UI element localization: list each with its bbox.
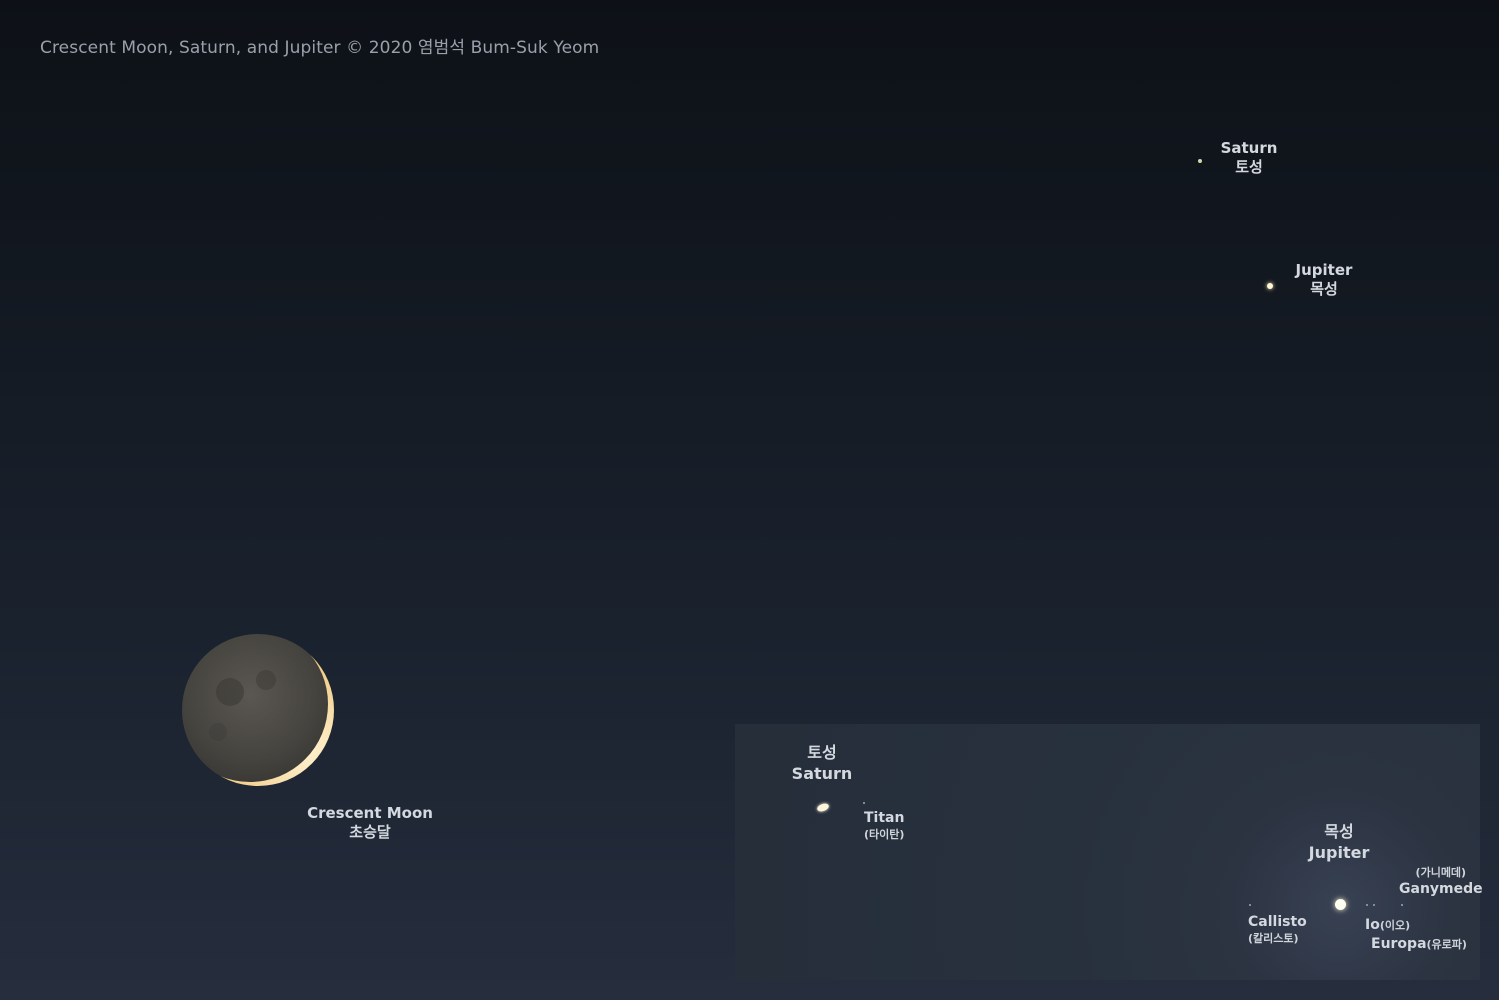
titan-label-en: Titan [864, 810, 905, 826]
detail-inset: 토성 Saturn Titan (타이탄) 목성 Jupiter Callist… [735, 724, 1483, 980]
saturn-dot [1198, 159, 1202, 163]
io-label-en: Io [1365, 917, 1380, 933]
crescent-moon [178, 632, 338, 792]
jupiter-label-ko: 목성 [1310, 280, 1338, 298]
io-label-ko: (이오) [1379, 919, 1411, 932]
ganymede-label-en: Ganymede [1399, 881, 1483, 897]
callisto-label-ko: (칼리스토) [1248, 932, 1299, 945]
titan-dot [863, 802, 865, 804]
callisto-label: Callisto (칼리스토) [1248, 914, 1307, 946]
jupiter-label-en: Jupiter [1295, 261, 1353, 279]
ganymede-label-ko: (가니메데) [1415, 866, 1467, 879]
inset-jupiter-label: 목성 Jupiter [1304, 821, 1374, 863]
photo-credit: Crescent Moon, Saturn, and Jupiter © 202… [40, 38, 600, 58]
inset-saturn-label: 토성 Saturn [787, 742, 857, 784]
moon-label-ko: 초승달 [349, 823, 391, 841]
saturn-label: Saturn 토성 [1214, 139, 1284, 177]
jupiter-label: Jupiter 목성 [1289, 261, 1359, 299]
ganymede-label: (가니메데) Ganymede [1399, 864, 1483, 898]
europa-dot [1373, 904, 1375, 906]
inset-jupiter-disc [1335, 899, 1346, 910]
inset-saturn-disc [816, 802, 830, 813]
io-label: Io(이오) [1365, 914, 1410, 935]
inset-jupiter-en: Jupiter [1308, 843, 1370, 862]
saturn-label-ko: 토성 [1235, 158, 1263, 176]
europa-label-ko: (유로파) [1426, 938, 1467, 951]
inset-saturn-ko: 토성 [807, 743, 837, 762]
titan-label-ko: (타이탄) [864, 828, 905, 841]
moon-label-en: Crescent Moon [307, 804, 433, 822]
jupiter-dot [1267, 283, 1273, 289]
inset-jupiter-ko: 목성 [1324, 822, 1354, 841]
ganymede-dot [1401, 904, 1403, 906]
callisto-label-en: Callisto [1248, 914, 1307, 930]
saturn-label-en: Saturn [1220, 139, 1278, 157]
europa-label: Europa(유로파) [1371, 933, 1467, 954]
crescent-moon-image [182, 634, 334, 786]
inset-saturn-en: Saturn [791, 764, 853, 783]
europa-label-en: Europa [1371, 936, 1427, 952]
callisto-dot [1249, 904, 1251, 906]
io-dot [1366, 904, 1368, 906]
moon-label: Crescent Moon 초승달 [300, 804, 440, 842]
titan-label: Titan (타이탄) [864, 810, 904, 842]
